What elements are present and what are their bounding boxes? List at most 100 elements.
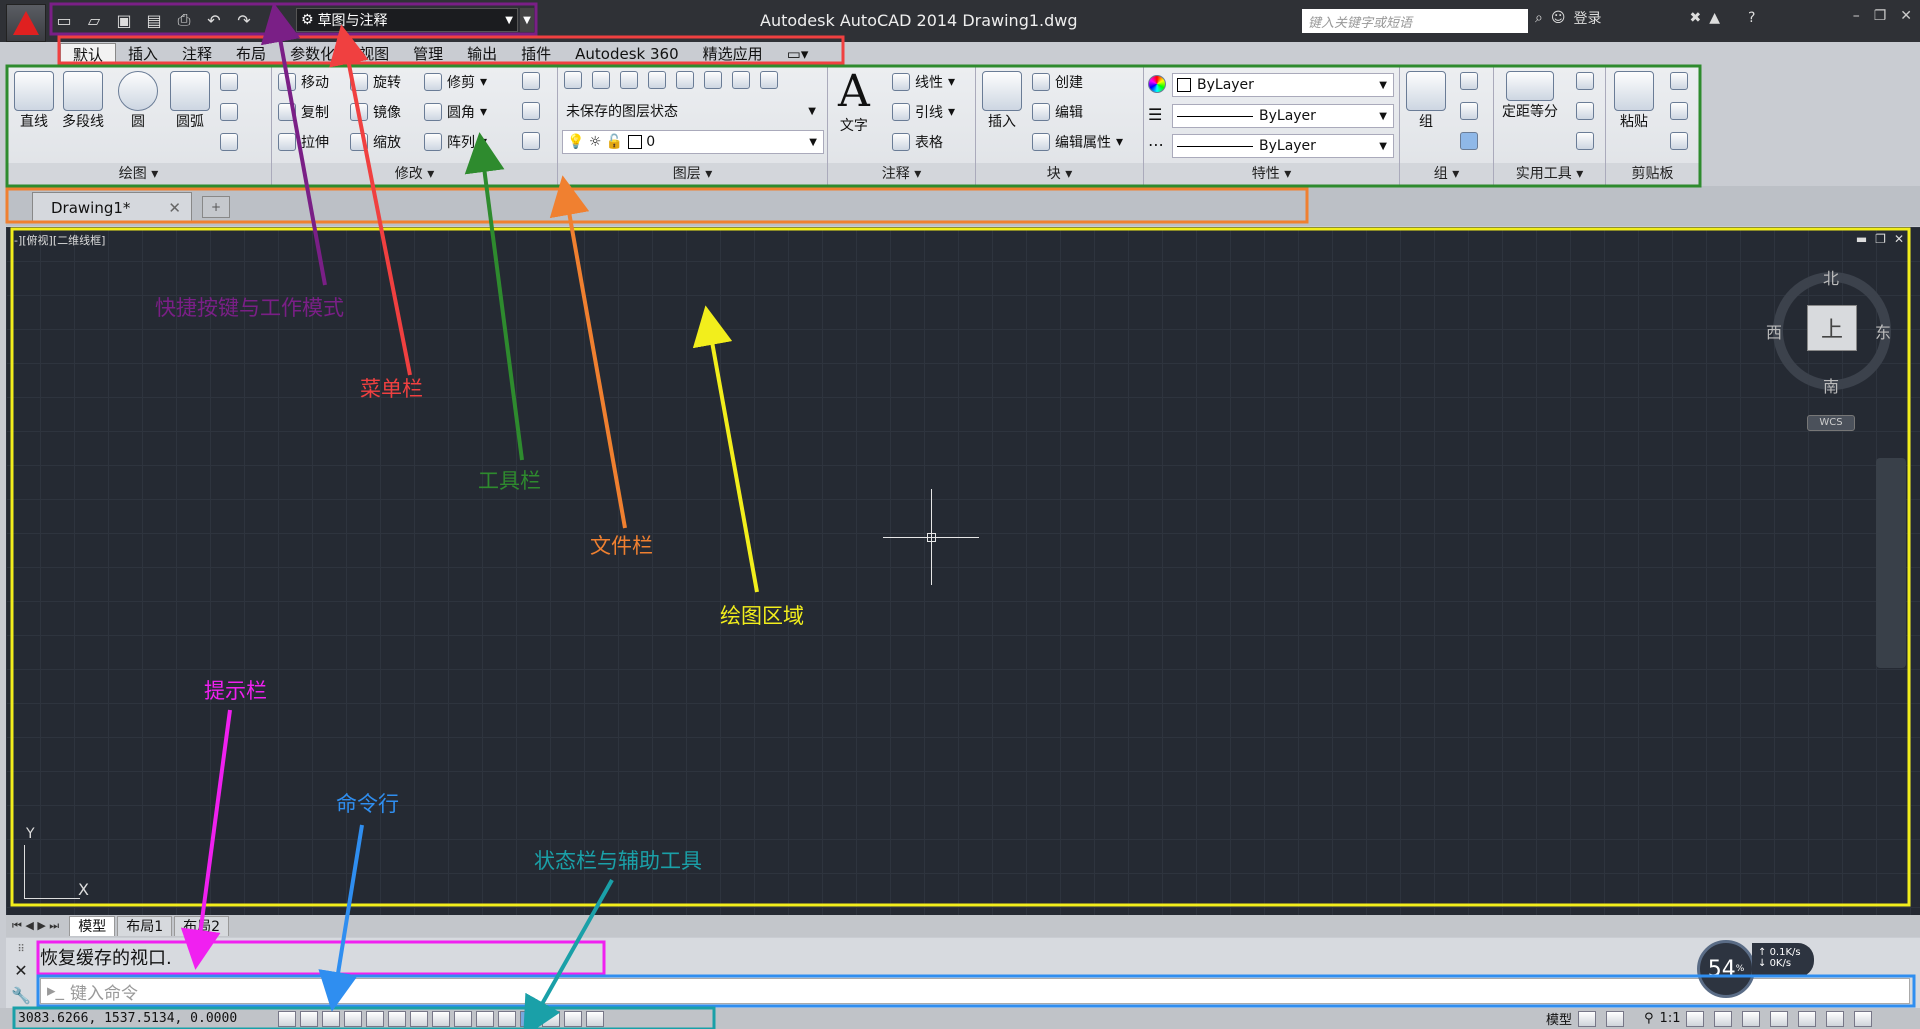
- restore-icon[interactable]: ❐: [1874, 8, 1887, 24]
- create-block-button[interactable]: 创建: [1032, 72, 1083, 92]
- application-menu-button[interactable]: [6, 4, 46, 42]
- workspace-dropdown[interactable]: ⚙ 草图与注释 ▼: [296, 8, 518, 32]
- group-select-icon[interactable]: [1460, 132, 1478, 150]
- close-icon[interactable]: ✕: [1894, 232, 1904, 246]
- new-file-icon[interactable]: ▭: [52, 9, 76, 31]
- viewcube-north[interactable]: 北: [1823, 265, 1839, 289]
- copy-clip-icon[interactable]: [1670, 102, 1688, 120]
- modify-panel-label[interactable]: 修改 ▾: [272, 163, 557, 185]
- auto-scale-icon[interactable]: [1714, 1010, 1733, 1027]
- measure-button[interactable]: 定距等分: [1502, 71, 1558, 121]
- linetype-dropdown[interactable]: ByLayer ▼: [1172, 104, 1394, 128]
- array-button[interactable]: 阵列 ▾: [424, 132, 487, 152]
- qat-customize-button[interactable]: ▼: [520, 8, 534, 32]
- quick-view-drawings-icon[interactable]: [1606, 1010, 1625, 1027]
- edit-attributes-button[interactable]: 编辑属性 ▾: [1032, 132, 1123, 152]
- dynamic-input-icon[interactable]: [476, 1010, 494, 1027]
- annotation-monitor-icon[interactable]: [586, 1010, 604, 1027]
- tab-output[interactable]: 输出: [455, 43, 509, 65]
- leader-button[interactable]: 引线 ▾: [892, 102, 955, 122]
- binoculars-icon[interactable]: ⌕: [1535, 10, 1543, 26]
- layer-icon[interactable]: [620, 71, 638, 89]
- stretch-button[interactable]: 拉伸: [278, 132, 329, 152]
- line-button[interactable]: 直线: [14, 71, 54, 131]
- explode-icon[interactable]: [522, 102, 540, 120]
- move-button[interactable]: 移动: [278, 72, 329, 92]
- object-snap-tracking-icon[interactable]: [432, 1010, 450, 1027]
- ellipse-icon[interactable]: [220, 103, 238, 121]
- prompt-icon[interactable]: ▸_: [47, 981, 64, 1001]
- annotation-visibility-icon[interactable]: [1686, 1010, 1705, 1027]
- isolate-objects-icon[interactable]: [1826, 1010, 1845, 1027]
- undo-icon[interactable]: ↶: [202, 9, 226, 31]
- draw-panel-label[interactable]: 绘图 ▾: [6, 163, 271, 185]
- cut-icon[interactable]: [1670, 72, 1688, 90]
- select-icon[interactable]: [1576, 72, 1594, 90]
- rectangle-icon[interactable]: [220, 73, 238, 91]
- exchange-icon[interactable]: ✖: [1689, 10, 1701, 26]
- utilities-panel-label[interactable]: 实用工具 ▾: [1494, 163, 1605, 185]
- fullscreen-icon[interactable]: [1854, 1010, 1873, 1027]
- a360-icon[interactable]: ▲: [1709, 10, 1720, 26]
- viewcube-south[interactable]: 南: [1823, 373, 1839, 397]
- grip-icon[interactable]: ⠿: [17, 944, 24, 955]
- mirror-button[interactable]: 镜像: [350, 102, 401, 122]
- group-edit-icon[interactable]: [1460, 102, 1478, 120]
- wcs-menu[interactable]: WCS: [1807, 415, 1855, 431]
- erase-icon[interactable]: [522, 72, 540, 90]
- polar-tracking-icon[interactable]: [366, 1010, 384, 1027]
- tab-annotate[interactable]: 注释: [170, 43, 224, 65]
- match-properties-icon[interactable]: [1670, 132, 1688, 150]
- tab-autodesk360[interactable]: Autodesk 360: [563, 43, 690, 65]
- grid-display-icon[interactable]: [322, 1010, 340, 1027]
- tab-layout2[interactable]: 布局2: [174, 916, 230, 936]
- annotation-panel-label[interactable]: 注释 ▾: [828, 163, 975, 185]
- command-input[interactable]: ▸_ 键入命令: [40, 978, 1910, 1004]
- navigation-bar[interactable]: [1876, 458, 1906, 668]
- layer-icon[interactable]: [648, 71, 666, 89]
- save-icon[interactable]: ▣: [112, 9, 136, 31]
- signin-link[interactable]: 登录: [1573, 8, 1601, 28]
- user-icon[interactable]: ☺: [1551, 10, 1566, 26]
- tab-default[interactable]: 默认: [60, 43, 117, 65]
- annotation-scale[interactable]: 1:1: [1660, 1011, 1681, 1026]
- coordinate-readout[interactable]: 3083.6266, 1537.5134, 0.0000: [18, 1011, 278, 1026]
- search-input[interactable]: 键入关键字或短语: [1302, 9, 1528, 33]
- calculator-icon[interactable]: [1576, 132, 1594, 150]
- edit-block-button[interactable]: 编辑: [1032, 102, 1083, 122]
- ortho-mode-icon[interactable]: [344, 1010, 362, 1027]
- snap-mode-icon[interactable]: [300, 1010, 318, 1027]
- 3d-osnap-icon[interactable]: [410, 1010, 428, 1027]
- quick-properties-icon[interactable]: [542, 1010, 560, 1027]
- close-icon[interactable]: ✕: [1900, 8, 1912, 24]
- tab-model[interactable]: 模型: [69, 916, 116, 936]
- close-icon[interactable]: ✕: [168, 199, 181, 217]
- wrench-icon[interactable]: 🔧: [11, 986, 31, 1005]
- offset-icon[interactable]: [522, 132, 540, 150]
- fillet-button[interactable]: 圆角 ▾: [424, 102, 487, 122]
- workspace-switch-icon[interactable]: [1742, 1010, 1761, 1027]
- arc-button[interactable]: 圆弧: [170, 71, 210, 131]
- layer-icon[interactable]: [732, 71, 750, 89]
- close-icon[interactable]: ✕: [14, 961, 27, 980]
- scale-button[interactable]: 缩放: [350, 132, 401, 152]
- tab-insert[interactable]: 插入: [116, 43, 170, 65]
- layer-icon[interactable]: [592, 71, 610, 89]
- quick-view-layouts-icon[interactable]: [1578, 1010, 1597, 1027]
- text-button[interactable]: A 文字: [838, 69, 870, 135]
- tab-manage[interactable]: 管理: [401, 43, 455, 65]
- tab-plugins[interactable]: 插件: [509, 43, 563, 65]
- insert-block-button[interactable]: 插入: [982, 71, 1022, 131]
- table-button[interactable]: 表格: [892, 132, 943, 152]
- layer-properties-icon[interactable]: [564, 71, 582, 89]
- transparency-icon[interactable]: [520, 1010, 538, 1027]
- color-dropdown[interactable]: ByLayer ▼: [1172, 73, 1394, 97]
- ungroup-icon[interactable]: [1460, 72, 1478, 90]
- viewcube-top-face[interactable]: 上: [1807, 305, 1857, 351]
- group-button[interactable]: 组: [1406, 71, 1446, 131]
- layer-state-dropdown[interactable]: 未保存的图层状态 ▼: [562, 99, 822, 123]
- tab-featured-apps[interactable]: 精选应用: [691, 43, 775, 65]
- hardware-acceleration-icon[interactable]: [1798, 1010, 1817, 1027]
- minimize-icon[interactable]: ▬: [1856, 232, 1867, 246]
- dynamic-ucs-icon[interactable]: [454, 1010, 472, 1027]
